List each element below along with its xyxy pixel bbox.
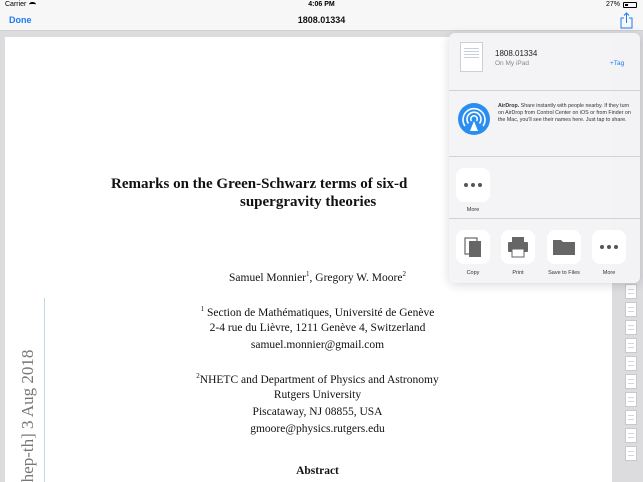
battery-info: 27% (606, 1, 637, 8)
page-thumbnail[interactable] (625, 338, 637, 353)
abstract-heading: Abstract (296, 465, 339, 477)
document-title: 1808.01334 (297, 15, 346, 25)
affiliation2-email: gmoore@physics.rutgers.edu (250, 423, 385, 435)
affiliation2-line3: Piscataway, NJ 08855, USA (252, 406, 383, 418)
folder-icon (547, 230, 581, 264)
copy-icon (456, 230, 490, 264)
affiliation2-line1: 2NHETC and Department of Physics and Ast… (196, 372, 439, 386)
apps-more-button[interactable]: More (456, 168, 490, 213)
arxiv-stamp: [hep-th] 3 Aug 2018 (18, 298, 46, 482)
add-tag-button[interactable]: +Tag (610, 60, 624, 67)
airdrop-description: AirDrop. Share instantly with people nea… (498, 103, 631, 123)
affiliation1-line1: 1 Section de Mathématiques, Université d… (200, 305, 435, 319)
clock: 4:06 PM (308, 1, 335, 8)
save-to-files-button[interactable]: Save to Files (547, 230, 581, 276)
action-label: More (602, 270, 616, 276)
page-thumbnail[interactable] (625, 374, 637, 389)
file-thumbnail (460, 42, 483, 72)
status-bar: Carrier 4:06 PM 27% (0, 0, 643, 10)
page-thumbnail[interactable] (625, 284, 637, 299)
navigation-bar: Done 1808.01334 (0, 10, 643, 31)
page-thumbnail[interactable] (625, 392, 637, 407)
action-label: Save to Files (548, 270, 580, 276)
airdrop-section: AirDrop. Share instantly with people nea… (449, 91, 640, 157)
apps-more-label: More (466, 207, 480, 213)
share-apps-row: More (449, 157, 640, 219)
more-dots-icon (456, 168, 490, 202)
share-file-location: On My iPad (495, 60, 529, 67)
action-label: Print (512, 270, 524, 276)
page-thumbnail[interactable] (625, 428, 637, 443)
battery-icon (623, 1, 637, 8)
app-root: Carrier 4:06 PM 27% Done 1808.01334 Rema… (0, 0, 643, 482)
paper-title-line2: supergravity theories (240, 194, 377, 210)
affiliation1-line2: 2-4 rue du Lièvre, 1211 Genève 4, Switze… (209, 322, 426, 334)
paper-title-line1: Remarks on the Green-Schwarz terms of si… (111, 176, 408, 192)
print-button[interactable]: Print (501, 230, 535, 276)
page-thumbnail[interactable] (625, 302, 637, 317)
affiliation2-line2: Rutgers University (273, 389, 362, 401)
action-label: Copy (466, 270, 480, 276)
page-thumbnail[interactable] (625, 446, 637, 461)
page-thumbnail[interactable] (625, 356, 637, 371)
affiliation1-email: samuel.monnier@gmail.com (250, 339, 385, 351)
share-sheet: 1808.01334 On My iPad +Tag AirDrop. Shar… (449, 33, 640, 283)
more-dots-icon (592, 230, 626, 264)
page-thumbnails[interactable] (625, 284, 639, 464)
share-file-name: 1808.01334 (495, 49, 538, 58)
arxiv-stamp-rule (44, 298, 45, 482)
share-file-header: 1808.01334 On My iPad +Tag (449, 33, 640, 91)
actions-more-button[interactable]: More (592, 230, 626, 276)
arxiv-stamp-text: [hep-th] 3 Aug 2018 (18, 349, 37, 482)
battery-percent: 27% (605, 1, 620, 8)
page-thumbnail[interactable] (625, 320, 637, 335)
page-thumbnail[interactable] (625, 410, 637, 425)
copy-button[interactable]: Copy (456, 230, 490, 276)
share-icon[interactable] (620, 12, 633, 29)
printer-icon (501, 230, 535, 264)
airdrop-icon (458, 103, 490, 135)
